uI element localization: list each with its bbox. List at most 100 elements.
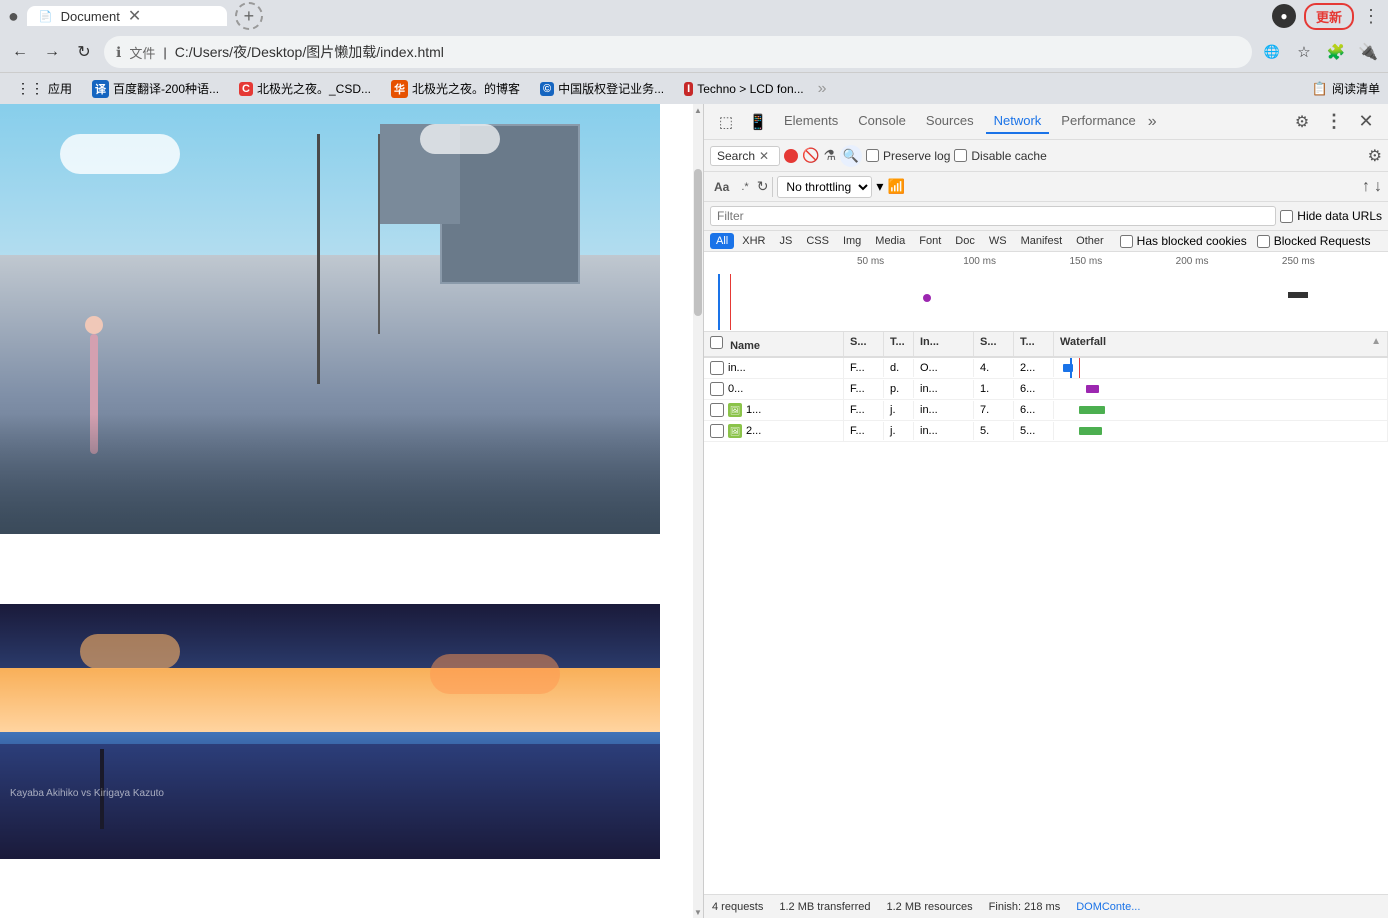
reload-btn[interactable]: ↻: [72, 40, 96, 64]
bookmark-csd[interactable]: C 北极光之夜。_CSD...: [231, 78, 379, 99]
extension-btn[interactable]: 🧩: [1324, 40, 1348, 64]
settings-btn[interactable]: ⚙: [1288, 108, 1316, 136]
col-waterfall[interactable]: Waterfall ▲: [1054, 332, 1388, 356]
filter-img[interactable]: Img: [837, 233, 867, 249]
elements-tab[interactable]: Elements: [776, 109, 846, 134]
select-all-checkbox[interactable]: [710, 336, 723, 349]
row4-time: 5...: [1014, 422, 1054, 440]
star-btn[interactable]: ☆: [1292, 40, 1316, 64]
filter-manifest[interactable]: Manifest: [1015, 233, 1069, 249]
bookmark-baidu[interactable]: 译 百度翻译-200种语...: [84, 78, 227, 100]
filter-all[interactable]: All: [710, 233, 734, 249]
bookmark-apps[interactable]: ⋮⋮ 应用: [8, 78, 80, 99]
table-row[interactable]: 🖼 1... F... j. in... 7. 6...: [704, 400, 1388, 421]
reading-list[interactable]: 📋 阅读清单: [1312, 80, 1380, 97]
scroll-down-btn[interactable]: ▼: [693, 906, 703, 918]
filter-media[interactable]: Media: [869, 233, 911, 249]
filter-ws[interactable]: WS: [983, 233, 1013, 249]
preserve-log-label[interactable]: Preserve log: [866, 149, 950, 163]
translate-btn[interactable]: 🌐: [1260, 40, 1284, 64]
extensions-menu[interactable]: 🔌: [1356, 40, 1380, 64]
filter-toggle-btn[interactable]: ⚗: [823, 147, 836, 164]
table-row[interactable]: 🖼 2... F... j. in... 5. 5...: [704, 421, 1388, 442]
back-btn[interactable]: ←: [8, 40, 32, 64]
update-btn[interactable]: 更新: [1304, 3, 1354, 30]
filter-xhr[interactable]: XHR: [736, 233, 771, 249]
reload-network-btn[interactable]: ↻: [757, 178, 769, 195]
blocked-cookies-label[interactable]: Has blocked cookies: [1120, 234, 1247, 248]
network-tab[interactable]: Network: [986, 109, 1050, 134]
new-tab-btn[interactable]: +: [235, 2, 263, 30]
disable-cache-label[interactable]: Disable cache: [954, 149, 1046, 163]
row1-checkbox[interactable]: [710, 361, 724, 375]
performance-tab[interactable]: Performance: [1053, 109, 1143, 134]
status-dom-content-link[interactable]: DOMConte...: [1076, 901, 1140, 913]
account-icon[interactable]: ●: [1272, 4, 1296, 28]
row2-checkbox[interactable]: [710, 382, 724, 396]
inspect-element-btn[interactable]: ⬚: [712, 108, 740, 136]
col-initiator[interactable]: In...: [914, 332, 974, 356]
row2-wf-bar: [1086, 385, 1099, 393]
row3-status: F...: [844, 401, 884, 419]
record-btn[interactable]: [784, 149, 798, 163]
filter-font[interactable]: Font: [913, 233, 947, 249]
page-scrollbar[interactable]: ▲ ▼: [693, 104, 703, 918]
blocked-requests-checkbox[interactable]: [1257, 235, 1270, 248]
hide-data-urls-checkbox[interactable]: [1280, 210, 1293, 223]
forward-btn[interactable]: →: [40, 40, 64, 64]
filter-other[interactable]: Other: [1070, 233, 1110, 249]
col-type[interactable]: T...: [884, 332, 914, 356]
tab-close-btn[interactable]: ✕: [128, 6, 141, 26]
device-toggle-btn[interactable]: 📱: [744, 108, 772, 136]
blocked-cookies-checkbox[interactable]: [1120, 235, 1133, 248]
download-icon[interactable]: ↓: [1374, 178, 1382, 196]
image-gap: [0, 534, 703, 604]
row4-status: F...: [844, 422, 884, 440]
bookmark-copyright[interactable]: © 中国版权登记业务...: [532, 78, 672, 99]
disable-cache-checkbox[interactable]: [954, 149, 967, 162]
search-network-btn[interactable]: 🔍: [840, 145, 862, 167]
bookmark-techno[interactable]: I Techno > LCD fon...: [676, 80, 811, 98]
tab-favicon: 📄: [39, 10, 53, 23]
throttle-select[interactable]: No throttling: [777, 176, 872, 198]
tab-title: Document: [61, 9, 120, 24]
row1-wf-timeline: [1060, 361, 1381, 375]
col-status[interactable]: S...: [844, 332, 884, 356]
table-row[interactable]: in... F... d. O... 4. 2...: [704, 358, 1388, 379]
hide-data-urls-label[interactable]: Hide data URLs: [1280, 209, 1382, 223]
chrome-menu-btn[interactable]: ⋮: [1362, 6, 1380, 27]
col-time[interactable]: T...: [1014, 332, 1054, 356]
upload-icon[interactable]: ↑: [1362, 178, 1370, 196]
row4-checkbox[interactable]: [710, 424, 724, 438]
regex-btn[interactable]: .*: [737, 179, 752, 195]
clear-btn[interactable]: 🚫: [802, 147, 819, 164]
more-options-btn[interactable]: ⋮: [1320, 108, 1348, 136]
search-close-btn[interactable]: ✕: [759, 149, 769, 163]
col-size[interactable]: S...: [974, 332, 1014, 356]
console-tab[interactable]: Console: [850, 109, 914, 134]
col-name[interactable]: Name: [704, 332, 844, 356]
table-row[interactable]: 0... F... p. in... 1. 6...: [704, 379, 1388, 400]
filter-css[interactable]: CSS: [800, 233, 835, 249]
preserve-log-checkbox[interactable]: [866, 149, 879, 162]
row1-type: d.: [884, 359, 914, 377]
aa-btn[interactable]: Aa: [710, 178, 733, 196]
close-devtools-btn[interactable]: ✕: [1352, 108, 1380, 136]
filter-input[interactable]: [710, 206, 1276, 226]
filter-doc[interactable]: Doc: [949, 233, 981, 249]
row3-name: 🖼 1...: [704, 400, 844, 420]
row3-checkbox[interactable]: [710, 403, 724, 417]
more-panels-btn[interactable]: »: [1148, 113, 1157, 131]
url-bar[interactable]: ℹ 文件 | C:/Users/夜/Desktop/图片懒加载/index.ht…: [104, 36, 1252, 68]
more-bookmarks[interactable]: »: [818, 80, 827, 98]
bookmark-huawei[interactable]: 华 北极光之夜。的博客: [383, 78, 528, 100]
blocked-requests-label[interactable]: Blocked Requests: [1257, 234, 1371, 248]
wf-red-line: [1079, 358, 1080, 378]
network-settings-btn[interactable]: ⚙: [1368, 146, 1382, 166]
browser-tab[interactable]: 📄 Document ✕: [27, 6, 227, 26]
filter-js[interactable]: JS: [773, 233, 798, 249]
time-250ms: 250 ms: [1282, 256, 1315, 267]
sources-tab[interactable]: Sources: [918, 109, 982, 134]
chevron-throttle[interactable]: ▾: [876, 178, 883, 195]
scroll-up-btn[interactable]: ▲: [693, 104, 703, 116]
